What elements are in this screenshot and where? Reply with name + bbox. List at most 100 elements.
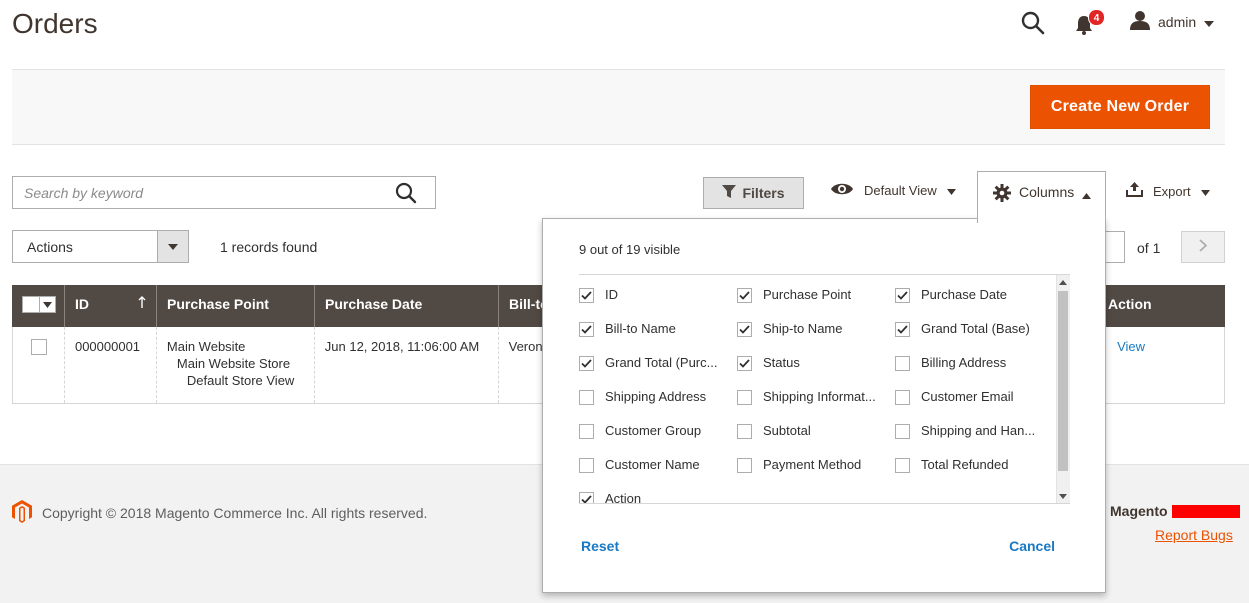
column-header-id[interactable]: ID bbox=[65, 285, 157, 327]
column-checkbox[interactable] bbox=[579, 424, 594, 439]
admin-user-menu[interactable]: admin bbox=[1130, 10, 1215, 33]
row-purchase-date: Jun 12, 2018, 11:06:00 AM bbox=[315, 327, 499, 403]
scroll-thumb[interactable] bbox=[1058, 291, 1068, 471]
row-purchase-point: Main Website Main Website Store Default … bbox=[157, 327, 315, 403]
mass-actions-label: Actions bbox=[27, 238, 73, 255]
keyword-search-input[interactable] bbox=[13, 177, 393, 208]
column-checkbox[interactable] bbox=[895, 356, 910, 371]
export-icon bbox=[1126, 182, 1143, 200]
eye-icon bbox=[830, 182, 854, 199]
caret-down-icon bbox=[1200, 184, 1210, 199]
page-total-text: of 1 bbox=[1137, 240, 1161, 256]
column-checkbox[interactable] bbox=[737, 288, 752, 303]
column-checkbox[interactable] bbox=[579, 356, 594, 371]
sort-arrow-up-icon bbox=[138, 296, 146, 312]
view-order-link[interactable]: View bbox=[1117, 339, 1145, 354]
checkmark-icon bbox=[897, 291, 908, 300]
column-option[interactable]: Total Refunded bbox=[895, 457, 1053, 491]
column-option[interactable]: Payment Method bbox=[737, 457, 895, 491]
export-dropdown[interactable]: Export bbox=[1126, 182, 1210, 200]
column-header-purchase-date[interactable]: Purchase Date bbox=[315, 285, 499, 327]
column-checkbox[interactable] bbox=[895, 424, 910, 439]
scroll-down-icon[interactable] bbox=[1059, 492, 1067, 500]
chevron-right-icon bbox=[1199, 239, 1208, 255]
filters-button[interactable]: Filters bbox=[703, 177, 804, 209]
column-option-label: Shipping Address bbox=[605, 389, 707, 404]
admin-user-name: admin bbox=[1158, 13, 1197, 30]
select-arrow-icon bbox=[157, 231, 188, 262]
caret-down-icon bbox=[1204, 14, 1215, 30]
column-option[interactable]: Shipping Address bbox=[579, 389, 737, 423]
column-option-label: Status bbox=[763, 355, 800, 370]
checkmark-icon bbox=[581, 325, 592, 334]
mass-actions-select[interactable]: Actions bbox=[12, 230, 189, 263]
column-checkbox[interactable] bbox=[579, 288, 594, 303]
footer-copyright: Copyright © 2018 Magento Commerce Inc. A… bbox=[12, 500, 427, 526]
column-checkbox[interactable] bbox=[579, 390, 594, 405]
column-checkbox[interactable] bbox=[895, 390, 910, 405]
funnel-icon bbox=[722, 185, 737, 201]
column-option[interactable]: Customer Email bbox=[895, 389, 1053, 423]
column-option[interactable]: Grand Total (Purc... bbox=[579, 355, 737, 389]
search-icon[interactable] bbox=[395, 182, 417, 204]
checkmark-icon bbox=[897, 325, 908, 334]
cancel-columns-button[interactable]: Cancel bbox=[1009, 538, 1055, 554]
select-all-checkbox[interactable] bbox=[22, 296, 56, 313]
column-checkbox[interactable] bbox=[579, 492, 594, 503]
column-option-label: Customer Email bbox=[921, 389, 1014, 404]
row-id: 000000001 bbox=[65, 327, 157, 403]
column-option[interactable]: Purchase Date bbox=[895, 287, 1053, 321]
column-option-label: Bill-to Name bbox=[605, 321, 676, 336]
column-option[interactable]: Shipping and Han... bbox=[895, 423, 1053, 457]
purchase-point-website: Main Website bbox=[166, 339, 246, 354]
copyright-text: Copyright © 2018 Magento Commerce Inc. A… bbox=[42, 505, 428, 521]
columns-list-scrollbar[interactable] bbox=[1056, 275, 1070, 503]
column-option[interactable]: Grand Total (Base) bbox=[895, 321, 1053, 355]
scroll-up-icon[interactable] bbox=[1059, 278, 1067, 286]
column-option[interactable]: Billing Address bbox=[895, 355, 1053, 389]
column-option[interactable]: Shipping Informat... bbox=[737, 389, 895, 423]
row-bill-to-name: Veron bbox=[508, 339, 543, 354]
column-option[interactable]: Subtotal bbox=[737, 423, 895, 457]
create-new-order-button[interactable]: Create New Order bbox=[1030, 85, 1210, 129]
columns-dropdown-toggle[interactable]: Columns bbox=[977, 171, 1106, 223]
column-checkbox[interactable] bbox=[579, 458, 594, 473]
column-checkbox[interactable] bbox=[895, 288, 910, 303]
checkmark-icon bbox=[739, 359, 750, 368]
column-checkbox[interactable] bbox=[737, 424, 752, 439]
report-bugs-link[interactable]: Report Bugs bbox=[1155, 527, 1233, 543]
column-option-label: Billing Address bbox=[921, 355, 1007, 370]
column-checkbox[interactable] bbox=[895, 322, 910, 337]
column-checkbox[interactable] bbox=[737, 322, 752, 337]
header-select-all[interactable] bbox=[12, 285, 65, 327]
column-header-id-label: ID bbox=[75, 296, 89, 312]
column-option[interactable]: Purchase Point bbox=[737, 287, 895, 321]
column-checkbox[interactable] bbox=[737, 390, 752, 405]
column-checkbox[interactable] bbox=[895, 458, 910, 473]
column-option[interactable]: Status bbox=[737, 355, 895, 389]
keyword-search-box bbox=[12, 176, 436, 209]
global-search-icon[interactable] bbox=[1020, 10, 1046, 36]
column-option-label: Shipping Informat... bbox=[763, 389, 876, 404]
column-header-purchase-point[interactable]: Purchase Point bbox=[157, 285, 315, 327]
column-option-label: Ship-to Name bbox=[763, 321, 843, 336]
purchase-point-store-view: Default Store View bbox=[186, 373, 295, 388]
column-option[interactable]: Customer Group bbox=[579, 423, 737, 457]
row-checkbox[interactable] bbox=[31, 339, 47, 355]
column-option[interactable]: Bill-to Name bbox=[579, 321, 737, 355]
checkmark-icon bbox=[739, 325, 750, 334]
column-option[interactable]: Ship-to Name bbox=[737, 321, 895, 355]
column-option[interactable]: Action bbox=[579, 491, 737, 503]
column-option[interactable]: ID bbox=[579, 287, 737, 321]
reset-columns-button[interactable]: Reset bbox=[581, 538, 619, 554]
row-action: View bbox=[1097, 327, 1224, 403]
next-page-button[interactable] bbox=[1181, 231, 1225, 263]
column-option[interactable]: Customer Name bbox=[579, 457, 737, 491]
default-view-dropdown[interactable]: Default View bbox=[830, 182, 956, 199]
column-option-label: Customer Name bbox=[605, 457, 700, 472]
column-checkbox[interactable] bbox=[737, 458, 752, 473]
column-checkbox[interactable] bbox=[737, 356, 752, 371]
purchase-point-store: Main Website Store bbox=[176, 356, 291, 371]
column-option-label: Purchase Point bbox=[763, 287, 852, 302]
column-checkbox[interactable] bbox=[579, 322, 594, 337]
